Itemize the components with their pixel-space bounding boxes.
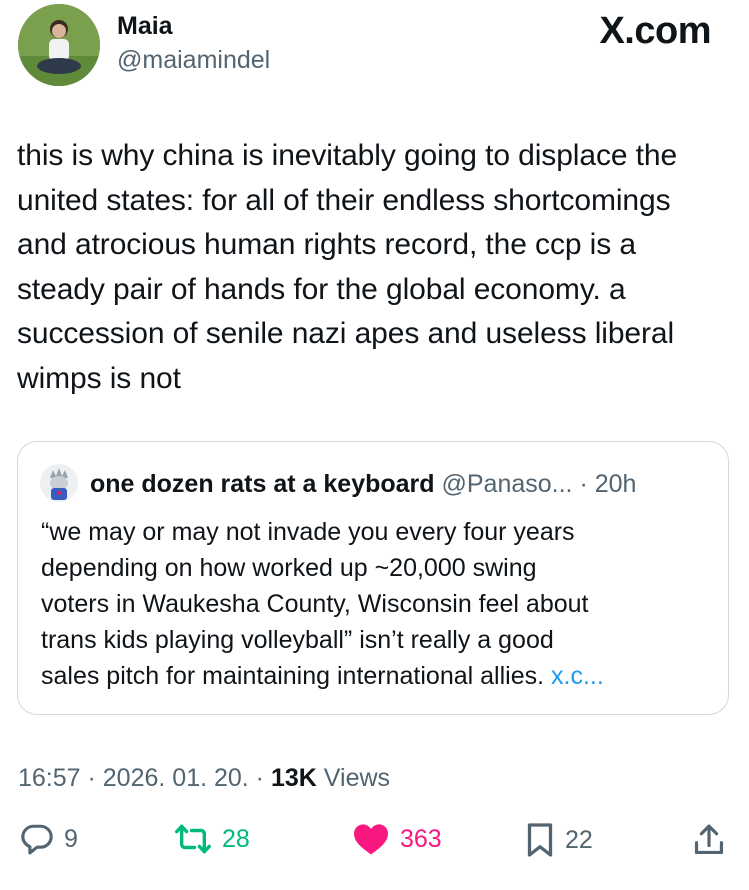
timestamp-text[interactable]: 16:57 · 2026. 01. 20. · bbox=[18, 764, 271, 792]
quoted-author-handle[interactable]: @Panaso... bbox=[442, 470, 573, 498]
bookmark-icon bbox=[525, 822, 555, 858]
views-count: 13K bbox=[270, 764, 317, 792]
quoted-header: one dozen rats at a keyboard @Panaso... … bbox=[90, 470, 636, 499]
reply-button[interactable]: 9 bbox=[20, 822, 78, 856]
like-button[interactable]: 363 bbox=[352, 822, 442, 856]
quoted-tweet[interactable]: one dozen rats at a keyboard @Panaso... … bbox=[17, 441, 729, 715]
repost-icon bbox=[174, 822, 212, 856]
repost-button[interactable]: 28 bbox=[174, 822, 250, 856]
action-bar: 9 28 363 22 bbox=[0, 822, 749, 868]
quoted-text: “we may or may not invade you every four… bbox=[41, 514, 711, 694]
author-name[interactable]: Maia bbox=[117, 12, 173, 41]
tweet-timestamp: 16:57 · 2026. 01. 20. · 13K Views bbox=[18, 764, 390, 793]
quoted-link[interactable]: x.c... bbox=[551, 662, 604, 690]
quoted-author-name[interactable]: one dozen rats at a keyboard bbox=[90, 470, 435, 498]
share-icon bbox=[692, 822, 726, 858]
share-button[interactable] bbox=[692, 822, 726, 858]
like-count: 363 bbox=[400, 824, 442, 853]
author-handle[interactable]: @maiamindel bbox=[117, 46, 270, 75]
reply-count: 9 bbox=[64, 824, 78, 853]
quoted-text-body: “we may or may not invade you every four… bbox=[41, 518, 589, 690]
repost-count: 28 bbox=[222, 824, 250, 853]
quoted-time: · 20h bbox=[579, 470, 637, 498]
reply-icon bbox=[20, 822, 54, 856]
bookmark-button[interactable]: 22 bbox=[525, 822, 593, 858]
views-label: Views bbox=[316, 764, 391, 792]
x-logo: X.com bbox=[599, 10, 711, 52]
like-icon bbox=[352, 822, 390, 856]
quoted-avatar[interactable] bbox=[40, 464, 78, 502]
bookmark-count: 22 bbox=[565, 825, 593, 854]
tweet-text: this is why china is inevitably going to… bbox=[17, 139, 678, 395]
avatar[interactable] bbox=[18, 4, 100, 86]
